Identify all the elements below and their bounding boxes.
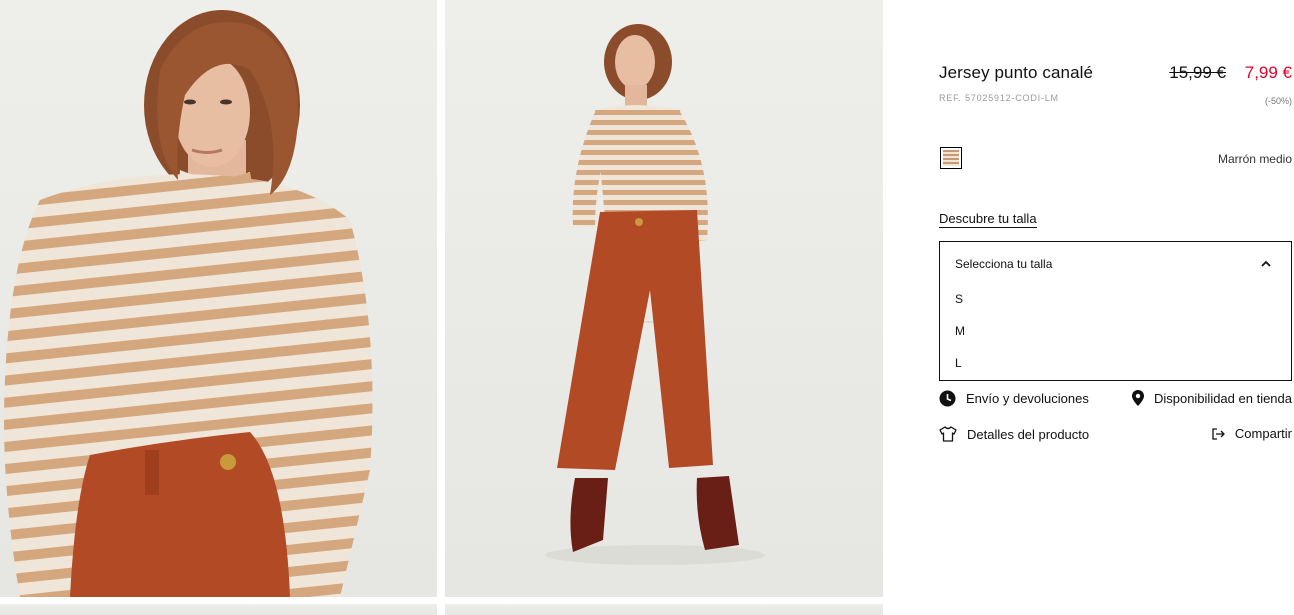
chevron-up-icon[interactable] bbox=[1260, 259, 1272, 269]
share-link[interactable]: Compartir bbox=[1212, 426, 1292, 441]
model-closeup-illustration bbox=[4, 10, 373, 597]
selected-color-name: Marrón medio bbox=[1217, 152, 1292, 166]
product-title: Jersey punto canalé bbox=[939, 63, 1094, 82]
size-option-s[interactable]: S bbox=[955, 292, 963, 306]
size-option-l[interactable]: L bbox=[955, 356, 962, 370]
color-swatch[interactable] bbox=[940, 147, 962, 169]
product-photo-fullbody[interactable] bbox=[445, 0, 883, 597]
share-label: Compartir bbox=[1234, 426, 1292, 441]
size-guide-link[interactable]: Descubre tu talla bbox=[939, 211, 1037, 228]
size-select-placeholder[interactable]: Selecciona tu talla bbox=[955, 257, 1052, 271]
shipping-returns-link[interactable]: Envío y devoluciones bbox=[939, 390, 1089, 407]
product-photo-third[interactable] bbox=[0, 604, 437, 615]
product-reference: REF. 57025912-CODI-LM bbox=[939, 93, 1059, 103]
product-details-label: Detalles del producto bbox=[967, 426, 1090, 442]
share-icon bbox=[1212, 427, 1225, 440]
size-select-dropdown[interactable]: Selecciona tu talla S M L bbox=[939, 241, 1292, 381]
store-availability-label: Disponibilidad en tienda bbox=[1153, 390, 1292, 406]
discount-badge: (-50%) bbox=[1264, 96, 1292, 106]
stripe-swatch-icon bbox=[943, 150, 959, 166]
size-option-m[interactable]: M bbox=[955, 324, 965, 338]
store-availability-link[interactable]: Disponibilidad en tienda bbox=[1131, 390, 1292, 406]
original-price: 15,99 € bbox=[1169, 63, 1226, 82]
shipping-returns-label: Envío y devoluciones bbox=[966, 391, 1089, 406]
product-details-link[interactable]: Detalles del producto bbox=[939, 426, 1089, 442]
tshirt-icon bbox=[939, 426, 957, 442]
location-pin-icon bbox=[1131, 390, 1144, 406]
product-info-panel: Jersey punto canalé REF. 57025912-CODI-L… bbox=[939, 0, 1292, 615]
model-fullbody-illustration bbox=[545, 24, 765, 565]
product-photo-fourth[interactable] bbox=[445, 604, 883, 615]
clock-icon bbox=[939, 390, 956, 407]
product-photo-closeup[interactable] bbox=[0, 0, 437, 597]
sale-price: 7,99 € bbox=[1244, 63, 1292, 82]
